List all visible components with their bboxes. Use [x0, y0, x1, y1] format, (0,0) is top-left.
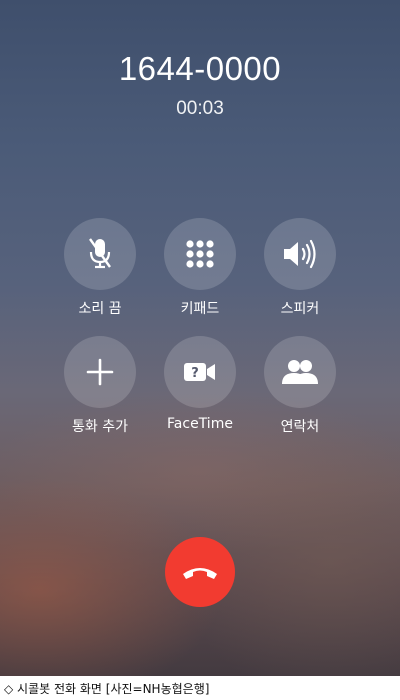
call-timer: 00:03 — [176, 98, 224, 119]
keypad-circle[interactable] — [164, 218, 236, 290]
mute-circle[interactable] — [64, 218, 136, 290]
facetime-button[interactable]: ? FaceTime — [150, 336, 250, 446]
facetime-icon: ? — [184, 363, 215, 381]
speaker-circle[interactable] — [264, 218, 336, 290]
keypad-button[interactable]: 키패드 — [150, 218, 250, 328]
keypad-icon — [186, 240, 214, 268]
plus-icon — [86, 358, 114, 386]
speaker-label: 스피커 — [280, 301, 320, 317]
contacts-button[interactable]: 연락처 — [250, 336, 350, 446]
speaker-button[interactable]: 스피커 — [250, 218, 350, 328]
end-call-icon — [183, 568, 217, 579]
caller-number: 1644-0000 — [118, 50, 282, 87]
mute-label: 소리 끔 — [78, 301, 122, 317]
mic-muted-icon — [89, 238, 111, 269]
mute-button[interactable]: 소리 끔 — [50, 218, 150, 328]
svg-text:?: ? — [191, 366, 199, 381]
contacts-circle[interactable] — [264, 336, 336, 408]
contacts-icon — [282, 360, 318, 384]
contacts-label: 연락처 — [280, 419, 320, 435]
end-call-button[interactable] — [165, 537, 235, 607]
speaker-icon — [284, 239, 316, 269]
facetime-label: FaceTime — [167, 416, 233, 432]
photo-caption: ◇ 시콜봇 전화 화면 [사진=NH농협은행] — [4, 682, 210, 696]
add-call-circle[interactable] — [64, 336, 136, 408]
keypad-label: 키패드 — [180, 301, 220, 317]
add-call-label: 통화 추가 — [72, 419, 128, 435]
call-screen: 1644-0000 00:03 소리 끔 키패드 스피커 통화 추가 ? Fac… — [0, 0, 400, 676]
add-call-button[interactable]: 통화 추가 — [50, 336, 150, 446]
facetime-circle[interactable]: ? — [164, 336, 236, 408]
